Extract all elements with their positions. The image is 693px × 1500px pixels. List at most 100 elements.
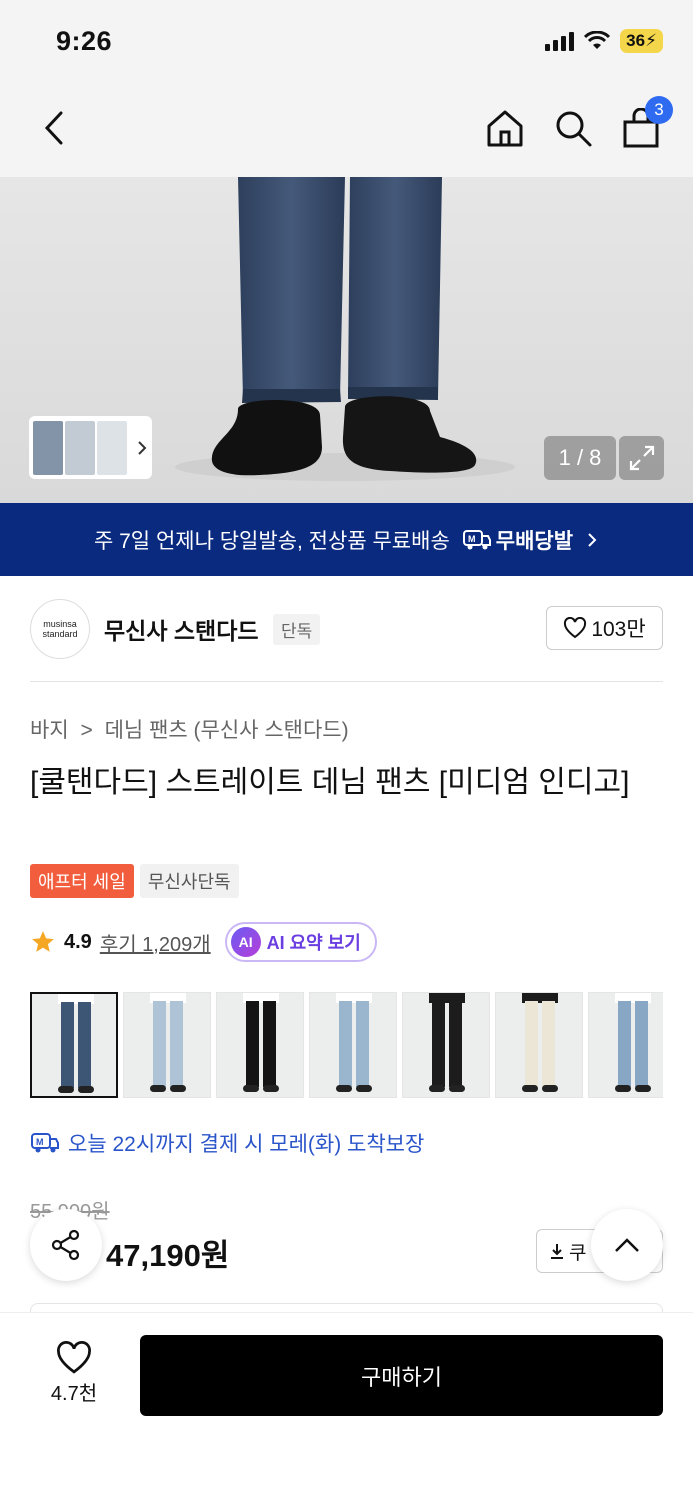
variant-shoe [243, 1085, 259, 1092]
variant-pants-leg [263, 1001, 276, 1087]
rating-row: 4.9 후기 1,209개 AI AI 요약 보기 [30, 922, 377, 962]
variant-pants-leg [153, 1001, 166, 1087]
variant-pants-leg [432, 1001, 445, 1087]
variant-shoe [449, 1085, 465, 1092]
download-icon [551, 1244, 563, 1259]
brand-row: musinsa standard 무신사 스탠다드 단독 103만 [30, 598, 663, 660]
brand-logo-line2: standard [42, 629, 78, 639]
image-counter: 1 / 8 [544, 436, 616, 480]
brand-like-count: 103만 [591, 618, 646, 641]
exclusive-tag: 단독 [273, 614, 321, 645]
variant-shoe [615, 1085, 631, 1092]
color-variant-thumbnail[interactable] [30, 992, 118, 1098]
status-time: 9:26 [56, 26, 113, 56]
battery-level: 36 [626, 31, 646, 50]
breadcrumb-category[interactable]: 바지 [30, 719, 69, 742]
wifi-icon [584, 31, 611, 49]
product-badges: 애프터 세일 무신사단독 [30, 864, 239, 898]
buy-button[interactable]: 구매하기 [140, 1335, 663, 1416]
variant-shoe [429, 1085, 445, 1092]
variant-shoe [263, 1085, 279, 1092]
banner-brand: M 무배당발 [462, 525, 573, 555]
wishlist-count: 4.7천 [50, 1383, 98, 1405]
status-indicators: 36 ⚡ [545, 29, 663, 53]
svg-text:M: M [36, 1137, 44, 1147]
share-button[interactable] [30, 1209, 102, 1281]
review-count-link[interactable]: 후기 1,209개 [100, 928, 211, 957]
image-thumbnail-strip[interactable] [29, 416, 152, 479]
variant-shoe [78, 1086, 94, 1093]
brand-logo[interactable]: musinsa standard [30, 599, 90, 659]
breadcrumb: 바지 > 데님 팬츠 (무신사 스탠다드) [30, 714, 349, 744]
color-variant-thumbnail[interactable] [402, 992, 490, 1098]
color-variant-list [30, 992, 663, 1100]
rating-score: 4.9 [64, 930, 92, 953]
color-variant-thumbnail[interactable] [309, 992, 397, 1098]
divider [30, 681, 663, 682]
variant-pants-leg [339, 1001, 352, 1087]
wishlist-button[interactable]: 4.7천 [40, 1341, 108, 1406]
heart-icon [564, 617, 587, 639]
product-title: [쿨탠다드] 스트레이트 데님 팬츠 [미디엄 인디고] [30, 766, 630, 799]
charging-icon: ⚡ [645, 31, 657, 50]
variant-shoe [542, 1085, 558, 1092]
variant-pants-leg [525, 1001, 538, 1087]
variant-pants-leg [618, 1001, 631, 1087]
breadcrumb-subcategory[interactable]: 데님 팬츠 (무신사 스탠다드) [105, 719, 349, 742]
color-variant-thumbnail[interactable] [123, 992, 211, 1098]
cart-button[interactable]: 3 [617, 96, 673, 154]
color-variant-thumbnail[interactable] [588, 992, 663, 1098]
star-icon [32, 931, 54, 952]
variant-shoe [58, 1086, 74, 1093]
brand-like-button[interactable]: 103만 [546, 606, 663, 650]
variant-pants-leg [449, 1001, 462, 1087]
exclusive-badge: 무신사단독 [139, 864, 239, 898]
search-button[interactable] [549, 102, 597, 154]
variant-pants-leg [61, 1002, 74, 1088]
variant-pants-leg [170, 1001, 183, 1087]
free-shipping-banner[interactable]: 주 7일 언제나 당일발송, 전상품 무료배송 M 무배당발 [0, 503, 693, 576]
ai-summary-label: AI 요약 보기 [266, 933, 361, 953]
variant-pants-leg [78, 1002, 91, 1088]
chevron-left-icon [44, 111, 63, 145]
top-bar: 9:26 36 ⚡ 3 [0, 0, 693, 177]
delivery-truck-icon: M [31, 1133, 59, 1153]
delivery-text: 오늘 22시까지 결제 시 모레(화) 도착보장 [68, 1133, 425, 1156]
cart-count-badge: 3 [645, 96, 673, 124]
search-icon [556, 111, 592, 147]
back-button[interactable] [30, 104, 78, 152]
home-button[interactable] [481, 102, 529, 154]
banner-text: 주 7일 언제나 당일발송, 전상품 무료배송 [93, 529, 450, 553]
scroll-to-top-button[interactable] [591, 1209, 663, 1281]
variant-shoe [336, 1085, 352, 1092]
chevron-right-icon [138, 440, 147, 455]
variant-shoe [356, 1085, 372, 1092]
expand-image-button[interactable] [619, 436, 664, 480]
heart-icon [57, 1341, 91, 1374]
ai-summary-button[interactable]: AI AI 요약 보기 [224, 922, 377, 962]
delivery-guarantee[interactable]: M 오늘 22시까지 결제 시 모레(화) 도착보장 [30, 1128, 424, 1158]
variant-shoe [170, 1085, 186, 1092]
home-icon [487, 110, 523, 147]
variant-pants-leg [356, 1001, 369, 1087]
chevron-up-icon [615, 1238, 639, 1252]
sale-badge: 애프터 세일 [30, 864, 134, 898]
product-image-carousel[interactable]: 1 / 8 [0, 177, 693, 503]
nav-actions: 3 [481, 96, 673, 154]
color-variant-thumbnail[interactable] [495, 992, 583, 1098]
battery-indicator: 36 ⚡ [620, 29, 663, 53]
brand-name[interactable]: 무신사 스탠다드 [104, 612, 259, 646]
expand-icon [629, 445, 654, 471]
sale-price: 47,190원 [106, 1238, 230, 1273]
ai-icon: AI [230, 927, 261, 957]
coupon-label: 쿠 [569, 1242, 587, 1264]
bottom-purchase-bar: 4.7천 구매하기 [0, 1312, 693, 1500]
brand-logo-line1: musinsa [43, 619, 77, 629]
variant-shoe [150, 1085, 166, 1092]
delivery-truck-icon: M [462, 529, 491, 549]
thumbnail-image [97, 420, 127, 475]
variant-shoe [522, 1085, 538, 1092]
color-variant-thumbnail[interactable] [216, 992, 304, 1098]
signal-icon [545, 31, 575, 51]
variant-pants-leg [635, 1001, 648, 1087]
